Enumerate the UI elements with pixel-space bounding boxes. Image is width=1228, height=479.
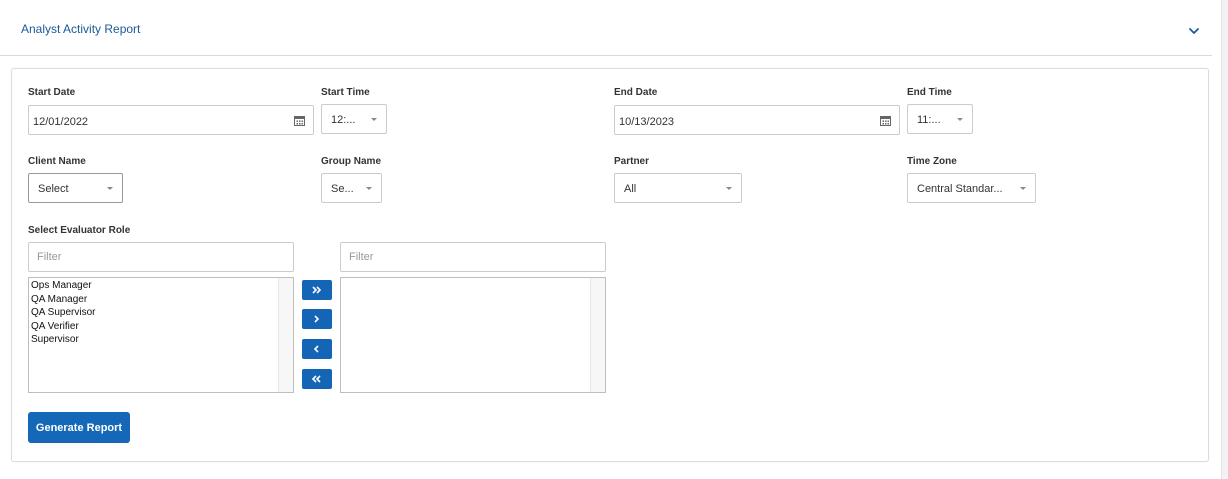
caret-down-icon <box>371 118 377 121</box>
caret-down-icon <box>107 187 113 190</box>
double-chevron-right-icon <box>312 286 322 294</box>
chevron-down-icon[interactable] <box>1187 24 1201 38</box>
calendar-icon[interactable] <box>880 115 891 126</box>
end-time-value: 11:... <box>917 114 941 126</box>
role-option[interactable]: QA Verifier <box>29 320 278 334</box>
report-title: Analyst Activity Report <box>21 22 141 36</box>
start-time-label: Start Time <box>321 87 370 98</box>
end-date-value: 10/13/2023 <box>619 116 675 128</box>
caret-down-icon <box>366 187 372 190</box>
report-filter-panel: Start Date 12/01/2022 Start Time 12:... … <box>11 68 1209 462</box>
available-roles-options: Ops Manager QA Manager QA Supervisor QA Ver… <box>29 279 278 347</box>
generate-report-button[interactable]: Generate Report <box>28 412 130 443</box>
available-roles-scrollbar[interactable] <box>278 278 293 392</box>
move-all-left-button[interactable] <box>302 369 332 389</box>
page: Analyst Activity Report Start Date 12/01… <box>0 0 1228 479</box>
selected-roles-list[interactable] <box>340 277 606 393</box>
end-date-field[interactable]: 10/13/2023 <box>614 105 900 135</box>
time-zone-select[interactable]: Central Standar... <box>907 173 1036 203</box>
calendar-icon[interactable] <box>294 115 305 126</box>
role-option[interactable]: QA Supervisor <box>29 306 278 320</box>
start-date-value: 12/01/2022 <box>33 116 89 128</box>
report-header[interactable]: Analyst Activity Report <box>0 0 1212 56</box>
time-zone-label: Time Zone <box>907 156 957 167</box>
move-left-button[interactable] <box>302 339 332 359</box>
move-all-right-button[interactable] <box>302 280 332 300</box>
end-time-label: End Time <box>907 87 952 98</box>
partner-value: All <box>624 183 637 195</box>
caret-down-icon <box>957 118 963 121</box>
client-name-label: Client Name <box>28 156 86 167</box>
chevron-left-icon <box>313 345 319 353</box>
page-scrollbar[interactable] <box>1221 0 1228 479</box>
client-name-select[interactable]: Select <box>28 173 123 203</box>
start-date-label: Start Date <box>28 87 76 98</box>
end-date-label: End Date <box>614 87 658 98</box>
evaluator-role-label: Select Evaluator Role <box>28 225 131 236</box>
caret-down-icon <box>726 187 732 190</box>
partner-label: Partner <box>614 156 650 167</box>
start-time-select[interactable]: 12:... <box>321 104 387 134</box>
group-name-value: Se... <box>331 183 354 195</box>
role-option[interactable]: QA Manager <box>29 293 278 307</box>
available-roles-filter-input[interactable] <box>28 242 294 272</box>
role-option[interactable]: Supervisor <box>29 333 278 347</box>
time-zone-value: Central Standar... <box>917 183 1003 195</box>
double-chevron-left-icon <box>311 375 321 383</box>
caret-down-icon <box>1020 187 1026 190</box>
move-right-button[interactable] <box>302 309 332 329</box>
start-date-field[interactable]: 12/01/2022 <box>28 105 314 135</box>
chevron-right-icon <box>314 315 320 323</box>
client-name-value: Select <box>38 183 69 195</box>
selected-roles-filter-input[interactable] <box>340 242 606 272</box>
end-time-select[interactable]: 11:... <box>907 104 973 134</box>
partner-select[interactable]: All <box>614 173 742 203</box>
group-name-label: Group Name <box>321 156 382 167</box>
selected-roles-scrollbar[interactable] <box>590 278 605 392</box>
available-roles-list[interactable]: Ops Manager QA Manager QA Supervisor QA Ver… <box>28 277 294 393</box>
start-time-value: 12:... <box>331 114 356 126</box>
role-option[interactable]: Ops Manager <box>29 279 278 293</box>
group-name-select[interactable]: Se... <box>321 173 382 203</box>
